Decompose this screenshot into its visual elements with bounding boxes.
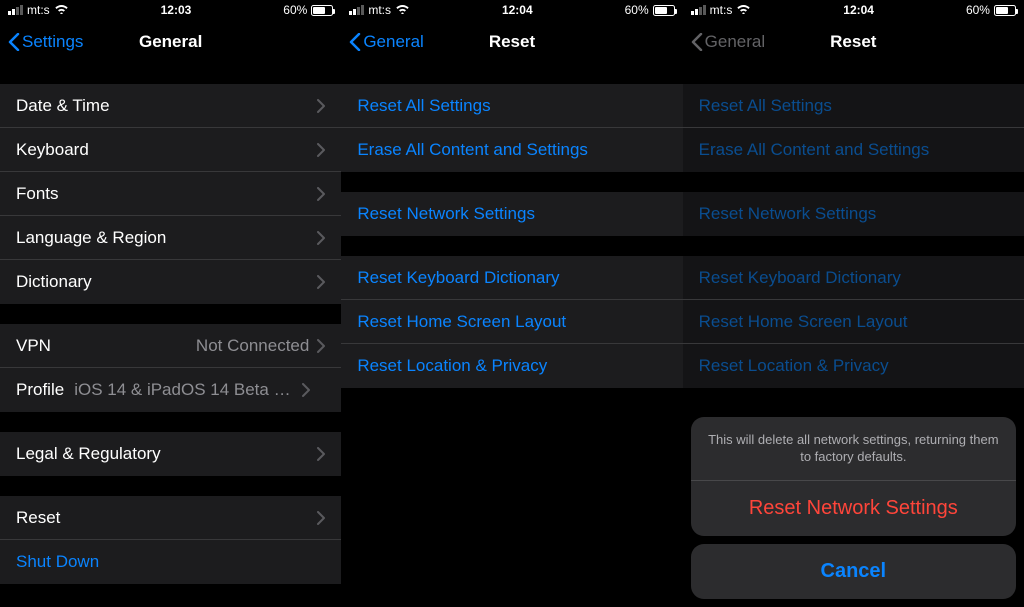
wifi-icon xyxy=(395,3,410,17)
chevron-right-icon xyxy=(317,511,325,525)
back-button-settings[interactable]: Settings xyxy=(0,32,83,52)
chevron-right-icon xyxy=(317,447,325,461)
chevron-right-icon xyxy=(317,99,325,113)
cell-reset-keyboard-dictionary: Reset Keyboard Dictionary xyxy=(683,256,1024,300)
cell-date-time[interactable]: Date & Time xyxy=(0,84,341,128)
back-label: General xyxy=(363,32,423,52)
nav-bar: General Reset xyxy=(341,20,682,64)
cell-reset-all-settings[interactable]: Reset All Settings xyxy=(341,84,682,128)
cell-reset-home-screen-layout: Reset Home Screen Layout xyxy=(683,300,1024,344)
wifi-icon xyxy=(54,3,69,17)
action-sheet-message: This will delete all network settings, r… xyxy=(691,417,1016,481)
chevron-left-icon xyxy=(8,33,20,51)
cell-reset-network-settings[interactable]: Reset Network Settings xyxy=(341,192,682,236)
screen-reset: mt:s 12:04 60% General Reset Reset All S… xyxy=(341,0,682,607)
cell-reset[interactable]: Reset xyxy=(0,496,341,540)
cell-language-region[interactable]: Language & Region xyxy=(0,216,341,260)
chevron-right-icon xyxy=(317,275,325,289)
cancel-button[interactable]: Cancel xyxy=(691,544,1016,599)
clock: 12:04 xyxy=(843,3,874,17)
cell-reset-network-settings: Reset Network Settings xyxy=(683,192,1024,236)
nav-bar: Settings General xyxy=(0,20,341,64)
chevron-right-icon xyxy=(317,143,325,157)
chevron-right-icon xyxy=(317,339,325,353)
back-button-general-dimmed: General xyxy=(683,32,765,52)
cell-keyboard[interactable]: Keyboard xyxy=(0,128,341,172)
cell-vpn[interactable]: VPNNot Connected xyxy=(0,324,341,368)
signal-icon xyxy=(691,5,706,15)
battery-icon xyxy=(653,5,675,16)
action-sheet: This will delete all network settings, r… xyxy=(691,417,1016,599)
screen-reset-confirm: mt:s 12:04 60% General Reset Reset All S… xyxy=(683,0,1024,607)
cell-legal-regulatory[interactable]: Legal & Regulatory xyxy=(0,432,341,476)
nav-bar: General Reset xyxy=(683,20,1024,64)
clock: 12:04 xyxy=(502,3,533,17)
cell-reset-keyboard-dictionary[interactable]: Reset Keyboard Dictionary xyxy=(341,256,682,300)
chevron-right-icon xyxy=(317,187,325,201)
signal-icon xyxy=(8,5,23,15)
carrier-label: mt:s xyxy=(27,3,50,17)
battery-icon xyxy=(311,5,333,16)
screen-general: mt:s 12:03 60% Settings General Date & T… xyxy=(0,0,341,607)
cell-reset-location-privacy[interactable]: Reset Location & Privacy xyxy=(341,344,682,388)
battery-pct: 60% xyxy=(283,3,307,17)
vpn-status: Not Connected xyxy=(196,336,309,356)
clock: 12:03 xyxy=(161,3,192,17)
cell-profile[interactable]: ProfileiOS 14 & iPadOS 14 Beta Softwar..… xyxy=(0,368,341,412)
back-label: General xyxy=(705,32,765,52)
wifi-icon xyxy=(736,3,751,17)
cell-erase-all-content: Erase All Content and Settings xyxy=(683,128,1024,172)
status-bar: mt:s 12:03 60% xyxy=(0,0,341,20)
carrier-label: mt:s xyxy=(710,3,733,17)
cell-dictionary[interactable]: Dictionary xyxy=(0,260,341,304)
cell-reset-home-screen-layout[interactable]: Reset Home Screen Layout xyxy=(341,300,682,344)
chevron-left-icon xyxy=(349,33,361,51)
battery-pct: 60% xyxy=(966,3,990,17)
back-button-general[interactable]: General xyxy=(341,32,423,52)
chevron-right-icon xyxy=(302,383,310,397)
battery-pct: 60% xyxy=(625,3,649,17)
cell-reset-location-privacy: Reset Location & Privacy xyxy=(683,344,1024,388)
cell-fonts[interactable]: Fonts xyxy=(0,172,341,216)
cell-erase-all-content[interactable]: Erase All Content and Settings xyxy=(341,128,682,172)
status-bar: mt:s 12:04 60% xyxy=(341,0,682,20)
chevron-right-icon xyxy=(317,231,325,245)
profile-value: iOS 14 & iPadOS 14 Beta Softwar... xyxy=(74,380,294,400)
battery-icon xyxy=(994,5,1016,16)
signal-icon xyxy=(349,5,364,15)
cell-reset-all-settings: Reset All Settings xyxy=(683,84,1024,128)
back-label: Settings xyxy=(22,32,83,52)
cell-shut-down[interactable]: Shut Down xyxy=(0,540,341,584)
carrier-label: mt:s xyxy=(368,3,391,17)
chevron-left-icon xyxy=(691,33,703,51)
confirm-reset-network-button[interactable]: Reset Network Settings xyxy=(691,481,1016,536)
status-bar: mt:s 12:04 60% xyxy=(683,0,1024,20)
